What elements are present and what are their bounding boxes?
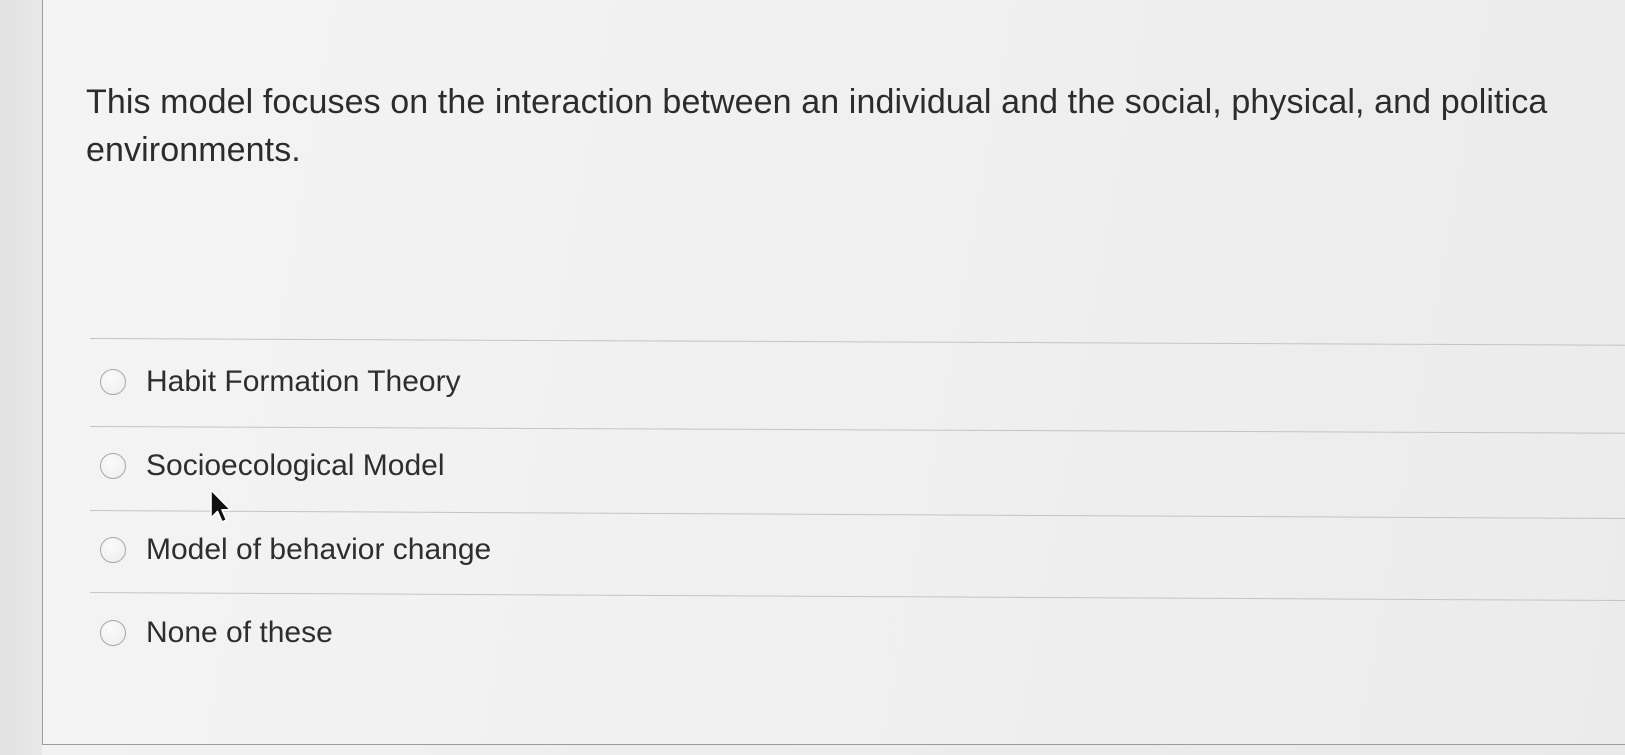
radio-unselected-icon[interactable]	[100, 620, 126, 646]
option-label[interactable]: None of these	[146, 616, 333, 650]
answer-option-none-of-these[interactable]: None of these	[100, 613, 333, 653]
quiz-screen: This model focuses on the interaction be…	[0, 0, 1625, 755]
mouse-pointer-icon	[210, 489, 232, 523]
page-margin	[0, 0, 42, 755]
question-prompt: This model focuses on the interaction be…	[86, 78, 1625, 174]
option-label[interactable]: Model of behavior change	[146, 533, 491, 567]
question-line-1: This model focuses on the interaction be…	[86, 83, 1548, 121]
question-line-2: environments.	[86, 131, 301, 169]
option-label[interactable]: Habit Formation Theory	[146, 365, 461, 399]
radio-unselected-icon[interactable]	[100, 537, 126, 563]
answer-option-habit-formation-theory[interactable]: Habit Formation Theory	[100, 362, 461, 402]
radio-unselected-icon[interactable]	[100, 369, 126, 395]
option-label[interactable]: Socioecological Model	[146, 449, 445, 483]
answer-option-socioecological-model[interactable]: Socioecological Model	[100, 446, 445, 486]
answer-option-model-of-behavior-change[interactable]: Model of behavior change	[100, 530, 491, 570]
radio-unselected-icon[interactable]	[100, 453, 126, 479]
